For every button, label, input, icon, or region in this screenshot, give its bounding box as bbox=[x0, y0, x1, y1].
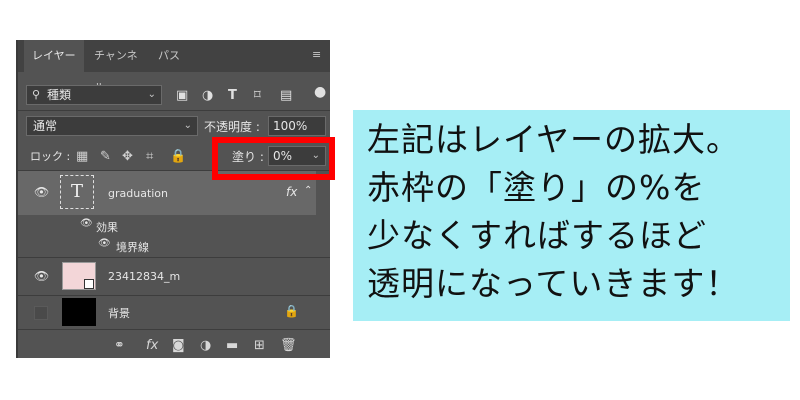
callout-text: 左記はレイヤーの拡大。 赤枠の「塗り」の%を 少なくすればするほど 透明になって… bbox=[367, 116, 740, 308]
trash-icon[interactable]: 🗑 bbox=[280, 338, 297, 353]
tab-channels[interactable]: チャンネル bbox=[86, 40, 148, 94]
callout-line-3: 少なくすればするほど bbox=[367, 216, 707, 255]
lock-position-icon[interactable]: ✥ bbox=[122, 149, 133, 164]
background-layer-thumbnail bbox=[62, 298, 96, 326]
opacity-label: 不透明度 : bbox=[204, 120, 260, 134]
panel-tab-bar: レイヤー チャンネル パス ≡ bbox=[16, 40, 330, 94]
lock-transparent-pixels-icon[interactable]: ▦ bbox=[76, 149, 88, 164]
tab-layers[interactable]: レイヤー bbox=[24, 40, 84, 72]
lock-artboard-icon[interactable]: ⌗ bbox=[146, 149, 153, 164]
chevron-down-icon: ⌄ bbox=[147, 89, 156, 100]
layer-name: 23412834_m bbox=[108, 270, 181, 283]
layers-panel: レイヤー チャンネル パス ≡ ⚲ 種類 ⌄ ▣ ◑ T ⌑ ▤ ● 通常 ⌄ … bbox=[16, 40, 330, 358]
layer-effect-stroke[interactable]: 👁 境界線 bbox=[16, 236, 316, 256]
adjustment-filter-icon[interactable]: ◑ bbox=[202, 88, 213, 103]
lock-icon: 🔒 bbox=[284, 304, 299, 318]
panel-left-edge bbox=[16, 40, 18, 358]
effects-label: 効果 bbox=[96, 221, 118, 234]
link-layers-icon[interactable]: ⚭ bbox=[114, 338, 125, 353]
eye-icon[interactable]: 👁 bbox=[80, 218, 93, 229]
filter-kind-select[interactable]: ⚲ 種類 ⌄ bbox=[26, 85, 162, 105]
hamburger-menu-icon[interactable]: ≡ bbox=[312, 49, 324, 60]
visibility-toggle-off[interactable] bbox=[34, 306, 48, 320]
add-layer-style-fx-icon[interactable]: fx bbox=[146, 338, 158, 353]
opacity-value: 100% bbox=[273, 119, 308, 133]
layer-row-image[interactable]: 👁 23412834_m bbox=[16, 258, 316, 294]
layer-name: 背景 bbox=[108, 307, 130, 320]
smart-object-filter-icon[interactable]: ▤ bbox=[280, 88, 292, 103]
smart-object-badge-icon bbox=[84, 279, 94, 289]
blend-mode-select[interactable]: 通常 ⌄ bbox=[26, 116, 198, 136]
type-filter-icon[interactable]: T bbox=[228, 88, 237, 103]
fill-highlight-frame bbox=[212, 137, 335, 180]
stroke-effect-label: 境界線 bbox=[116, 241, 149, 254]
add-mask-icon[interactable]: ◙ bbox=[172, 338, 185, 353]
explanation-callout: 左記はレイヤーの拡大。 赤枠の「塗り」の%を 少なくすればするほど 透明になって… bbox=[353, 110, 790, 321]
image-layer-thumbnail bbox=[62, 262, 96, 290]
shape-filter-icon[interactable]: ⌑ bbox=[254, 88, 261, 103]
divider bbox=[16, 329, 330, 330]
tab-paths[interactable]: パス bbox=[150, 40, 192, 72]
layer-row-background[interactable]: 背景 🔒 bbox=[16, 296, 316, 328]
chevron-up-icon[interactable]: ⌃ bbox=[304, 185, 312, 196]
layer-effects-fx-icon[interactable]: fx bbox=[286, 185, 297, 199]
eye-icon[interactable]: 👁 bbox=[34, 185, 49, 199]
eye-icon[interactable]: 👁 bbox=[98, 238, 111, 249]
text-layer-thumbnail: T bbox=[60, 175, 94, 209]
lock-image-pixels-icon[interactable]: ✎ bbox=[100, 149, 111, 164]
filter-toggle-icon[interactable]: ● bbox=[314, 84, 326, 100]
lock-all-icon[interactable]: 🔒 bbox=[170, 149, 186, 164]
new-group-folder-icon[interactable]: ▬ bbox=[226, 338, 238, 353]
image-filter-icon[interactable]: ▣ bbox=[176, 88, 188, 103]
divider bbox=[16, 110, 330, 111]
blend-mode-value: 通常 bbox=[33, 119, 58, 133]
layer-effects-group[interactable]: 👁 効果 bbox=[16, 216, 316, 236]
layer-name: graduation bbox=[108, 187, 169, 200]
callout-line-4: 透明になっていきます！ bbox=[367, 264, 740, 303]
callout-line-1: 左記はレイヤーの拡大。 bbox=[367, 120, 741, 159]
filter-kind-value: 種類 bbox=[47, 88, 72, 102]
chevron-down-icon: ⌄ bbox=[183, 120, 192, 131]
new-layer-icon[interactable]: ⊞ bbox=[254, 338, 265, 353]
lock-label: ロック : bbox=[30, 150, 71, 163]
opacity-input[interactable]: 100% bbox=[268, 116, 326, 136]
callout-line-2: 赤枠の「塗り」の%を bbox=[367, 168, 706, 207]
search-icon: ⚲ bbox=[32, 88, 41, 101]
eye-icon[interactable]: 👁 bbox=[34, 269, 49, 283]
new-adjustment-layer-icon[interactable]: ◑ bbox=[200, 338, 211, 353]
text-layer-thumbnail-label: T bbox=[71, 181, 84, 202]
